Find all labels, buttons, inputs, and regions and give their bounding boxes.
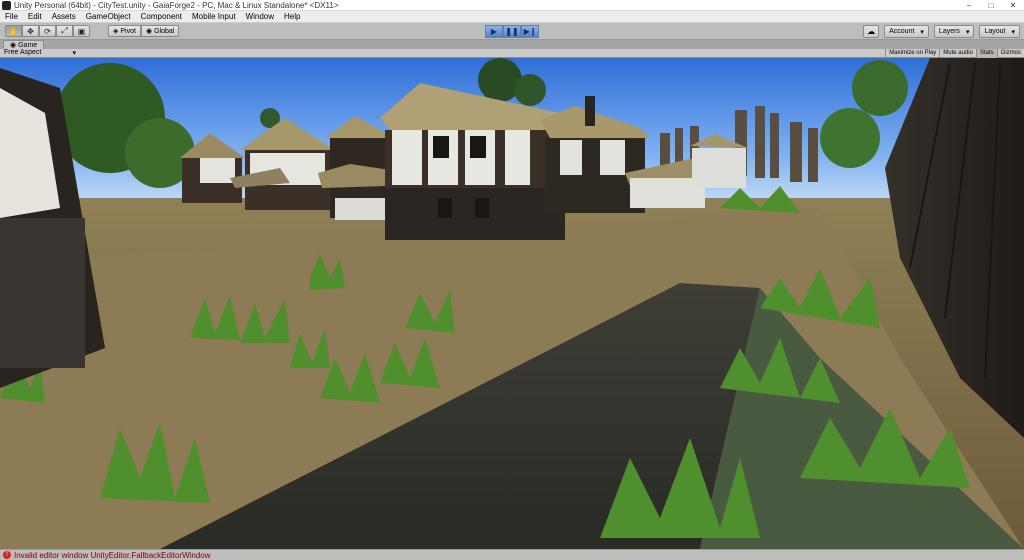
- pivot-toggles: ◈ Pivot ◉ Global: [108, 25, 180, 37]
- menu-assets[interactable]: Assets: [47, 12, 81, 21]
- status-message[interactable]: Invalid editor window UnityEditor.Fallba…: [14, 551, 211, 560]
- error-icon: !: [3, 551, 11, 559]
- rect-tool-icon[interactable]: ▣: [73, 25, 90, 37]
- main-toolbar: ✋ ✥ ⟳ ⤢ ▣ ◈ Pivot ◉ Global ▶ ❚❚ ▶❙ ☁ Accou…: [0, 23, 1024, 40]
- account-label: Account: [889, 28, 915, 35]
- play-button[interactable]: ▶: [485, 25, 503, 38]
- rotate-tool-icon[interactable]: ⟳: [39, 25, 56, 37]
- chevron-down-icon: ▾: [1011, 28, 1015, 36]
- globe-icon: ◉: [145, 28, 153, 35]
- tab-game-label: Game: [18, 41, 38, 49]
- layers-label: Layers: [938, 28, 960, 35]
- layers-dropdown[interactable]: Layers ▾: [933, 25, 975, 38]
- layout-label: Layout: [984, 28, 1006, 35]
- scale-tool-icon[interactable]: ⤢: [56, 25, 73, 37]
- game-controller-icon: ◉: [10, 42, 17, 49]
- window-controls: – □ ✕: [958, 0, 1024, 11]
- pivot-label: Pivot: [120, 27, 136, 35]
- play-icon: ▶: [490, 27, 498, 36]
- account-dropdown[interactable]: Account ▾: [884, 25, 929, 38]
- close-icon[interactable]: ✕: [1002, 0, 1024, 11]
- menu-bar: File Edit Assets GameObject Component Mo…: [0, 11, 1024, 23]
- title-bar: Unity Personal (64bit) - CityTest.unity …: [0, 0, 1024, 11]
- step-icon: ▶❙: [523, 27, 537, 36]
- hand-tool-icon[interactable]: ✋: [5, 25, 22, 37]
- chevron-down-icon: ▾: [920, 28, 924, 36]
- stats-toggle[interactable]: Stats: [975, 48, 997, 58]
- game-view-options: Maximize on Play Mute audio Stats Gizmos: [885, 48, 1024, 58]
- playback-controls: ▶ ❚❚ ▶❙: [485, 25, 539, 38]
- layout-dropdown[interactable]: Layout ▾: [979, 25, 1020, 38]
- toolbar-right: ☁ Account ▾ Layers ▾ Layout ▾: [863, 25, 1020, 38]
- mute-audio-toggle[interactable]: Mute audio: [939, 48, 976, 58]
- move-tool-icon[interactable]: ✥: [22, 25, 39, 37]
- step-button[interactable]: ▶❙: [521, 25, 539, 38]
- gizmos-dropdown[interactable]: Gizmos: [996, 48, 1024, 58]
- pause-icon: ❚❚: [505, 27, 519, 36]
- global-label: Global: [154, 27, 175, 35]
- aspect-label: Free Aspect: [4, 49, 42, 56]
- menu-file[interactable]: File: [0, 12, 23, 21]
- menu-gameobject[interactable]: GameObject: [81, 12, 136, 21]
- status-bar: ! Invalid editor window UnityEditor.Fall…: [0, 549, 1024, 560]
- game-tab-bar: ◉ Game: [0, 40, 1024, 49]
- game-options-bar: Free Aspect ▾ Maximize on Play Mute audio…: [0, 48, 1024, 58]
- tab-game[interactable]: ◉ Game: [3, 40, 45, 49]
- menu-window[interactable]: Window: [241, 12, 279, 21]
- game-viewport[interactable]: [0, 58, 1024, 549]
- minimize-icon[interactable]: –: [958, 0, 980, 11]
- aspect-dropdown[interactable]: Free Aspect ▾: [0, 49, 80, 57]
- chevron-down-icon: ▾: [965, 28, 970, 36]
- pivot-toggle[interactable]: ◈ Pivot: [108, 25, 141, 37]
- cloud-icon[interactable]: ☁: [863, 25, 880, 38]
- maximize-on-play-toggle[interactable]: Maximize on Play: [885, 48, 939, 58]
- global-toggle[interactable]: ◉ Global: [140, 25, 180, 37]
- menu-help[interactable]: Help: [279, 12, 305, 21]
- maximize-icon[interactable]: □: [980, 0, 1002, 11]
- unity-logo-icon: [2, 0, 11, 10]
- transform-tools: ✋ ✥ ⟳ ⤢ ▣: [5, 25, 90, 37]
- pivot-icon: ◈: [113, 28, 119, 35]
- menu-component[interactable]: Component: [136, 12, 187, 21]
- menu-mobile-input[interactable]: Mobile Input: [187, 12, 241, 21]
- village-scene: [0, 58, 1024, 549]
- pause-button[interactable]: ❚❚: [503, 25, 521, 38]
- chevron-down-icon: ▾: [72, 50, 76, 57]
- menu-edit[interactable]: Edit: [23, 12, 47, 21]
- window-title: Unity Personal (64bit) - CityTest.unity …: [14, 0, 339, 10]
